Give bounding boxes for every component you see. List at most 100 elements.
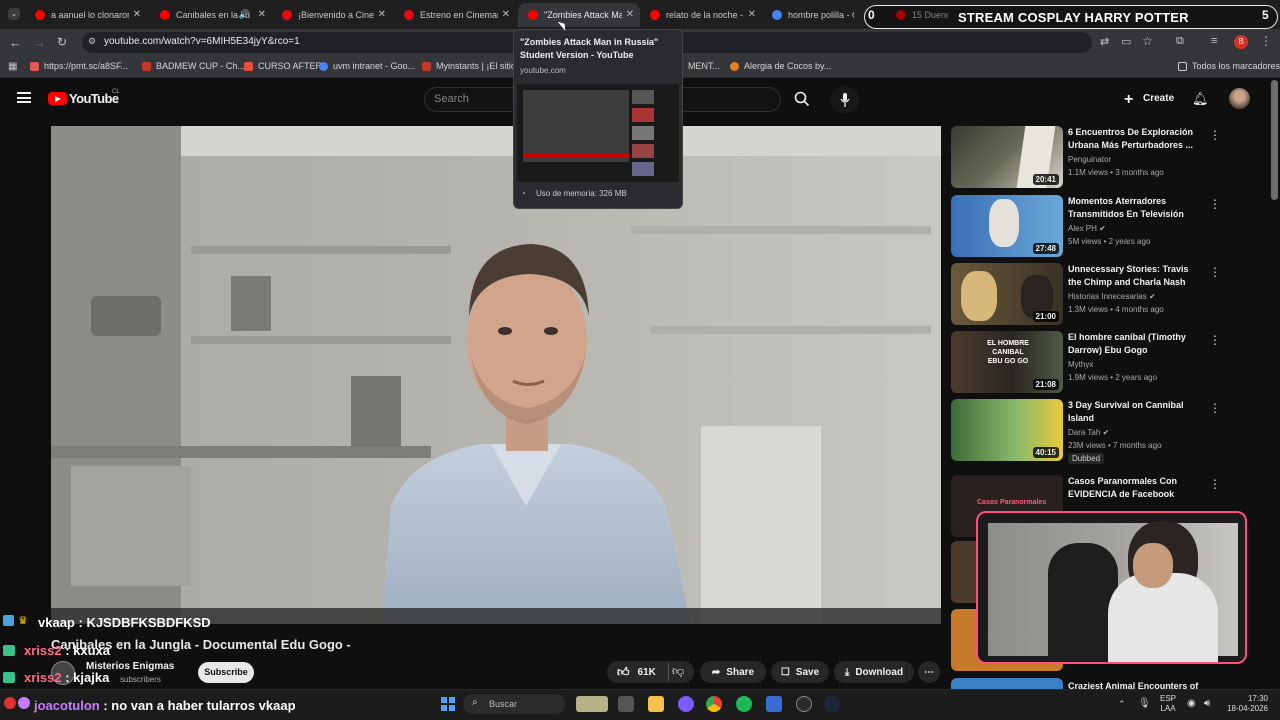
close-tab-icon[interactable]: ✕ — [748, 9, 756, 20]
page-scrollbar[interactable] — [1271, 80, 1278, 200]
hamburger-menu-icon[interactable] — [17, 92, 31, 103]
taskbar-app-terminal-icon[interactable] — [618, 696, 634, 712]
windows-start-icon[interactable] — [441, 697, 455, 711]
volume-icon[interactable]: 🔊︎ — [1204, 698, 1210, 709]
steam-icon[interactable] — [824, 696, 840, 712]
tab-item-3[interactable]: Estreno en Cinemark ✕ — [394, 3, 516, 27]
recommendation-title[interactable]: Momentos Aterradores Transmitidos En Tel… — [1068, 195, 1196, 221]
recommendation-channel[interactable]: Historias Innecesarias ✔ — [1068, 292, 1156, 301]
tab-search-chevron-icon[interactable]: ⌄ — [8, 8, 20, 20]
banner-title: STREAM COSPLAY HARRY POTTER — [958, 10, 1189, 25]
recommendation-channel[interactable]: Penguinator — [1068, 155, 1111, 164]
video-player[interactable] — [51, 126, 941, 624]
search-button[interactable] — [783, 87, 821, 112]
recommendation-title[interactable]: El hombre caníbal (Timothy Darrow) Ebu G… — [1068, 331, 1196, 357]
save-button[interactable]: ☐ Save — [771, 661, 829, 683]
recommendation-channel[interactable]: Dara Tah ✔ — [1068, 428, 1109, 437]
create-plus-icon[interactable]: + — [1124, 91, 1133, 109]
recommendation-title[interactable]: Unnecessary Stories: Travis the Chimp an… — [1068, 263, 1196, 289]
account-avatar[interactable] — [1229, 88, 1250, 109]
recommendation-title[interactable]: Casos Paranormales Con EVIDENCIA de Face… — [1068, 475, 1196, 501]
dubbed-badge: Dubbed — [1068, 453, 1105, 464]
more-options-icon[interactable]: ⋮ — [1209, 401, 1221, 415]
address-url[interactable]: youtube.com/watch?v=6MIH5E34jyY&rco=1 — [104, 36, 300, 47]
video-thumbnail[interactable]: EL HOMBRE CANIBAL EBU GO GO 21:08 — [951, 331, 1063, 393]
recommendation-item[interactable]: EL HOMBRE CANIBAL EBU GO GO 21:08 El homb… — [951, 331, 1271, 395]
recommendation-channel[interactable]: Mythyx — [1068, 360, 1093, 369]
bookmark-item-5[interactable]: MENT... — [688, 61, 720, 71]
download-button[interactable]: ⤓ Download — [834, 661, 914, 683]
close-tab-icon[interactable]: ✕ — [378, 9, 386, 20]
reload-icon[interactable]: ↻ — [57, 35, 67, 49]
bookmark-item-0[interactable]: https://pmt.sc/a8SF... — [30, 61, 128, 71]
input-language[interactable]: ESP LAA — [1160, 694, 1176, 714]
tray-overflow-icon[interactable]: ⌃ — [1118, 699, 1126, 710]
subscribe-button[interactable]: Subscribe — [198, 662, 254, 683]
browser-menu-icon[interactable]: ⋮ — [1260, 34, 1272, 48]
bookmark-item-2[interactable]: CURSO AFTER — [244, 61, 322, 71]
tab-item-2[interactable]: ¡Bienvenido a Cinem ✕ — [272, 3, 392, 27]
more-options-icon[interactable]: ⋮ — [1209, 333, 1221, 347]
bookmark-item-6[interactable]: Alergia de Cocos by... — [730, 61, 831, 71]
banner-right-counter: 5 — [1262, 8, 1269, 22]
recommendation-item[interactable]: 40:15 3 Day Survival on Cannibal Island … — [951, 399, 1271, 464]
all-bookmarks-folder[interactable]: Todos los marcadores — [1178, 61, 1280, 71]
obs-icon[interactable] — [796, 696, 812, 712]
file-explorer-icon[interactable] — [648, 696, 664, 712]
apps-grid-icon[interactable]: ▦ — [8, 61, 17, 72]
bookmark-star-icon[interactable]: ☆ — [1142, 34, 1153, 48]
extensions-icon[interactable]: ⧉ — [1176, 35, 1184, 48]
media-control-icon[interactable]: ≡ — [1211, 35, 1217, 47]
video-thumbnail[interactable]: 27:48 — [951, 195, 1063, 257]
more-options-icon[interactable]: ⋮ — [1209, 128, 1221, 142]
video-thumbnail[interactable]: 21:00 — [951, 263, 1063, 325]
close-tab-icon[interactable]: ✕ — [258, 9, 266, 20]
recommendation-meta: 23M views • 7 months ago — [1068, 441, 1162, 450]
close-tab-icon[interactable]: ✕ — [502, 9, 510, 20]
audio-playing-icon[interactable]: 🔊 — [239, 9, 250, 20]
close-tab-icon[interactable]: ✕ — [626, 9, 634, 20]
more-options-icon[interactable]: ⋮ — [1209, 265, 1221, 279]
close-tab-icon[interactable]: ✕ — [133, 9, 141, 20]
profile-avatar-icon[interactable]: B — [1234, 35, 1248, 49]
forward-arrow-icon[interactable]: → — [33, 35, 46, 50]
tray-microphone-icon[interactable]: 🎙︎ — [1138, 698, 1151, 709]
recommendation-item[interactable]: 20:41 6 Encuentros De Exploración Urbana… — [951, 126, 1271, 190]
dislike-icon[interactable]: 👎︎ — [672, 664, 684, 679]
bookmark-item-1[interactable]: BADMEW CUP - Ch... — [142, 61, 245, 71]
video-thumbnail[interactable]: 40:15 — [951, 399, 1063, 461]
voice-search-button[interactable] — [831, 86, 859, 114]
create-button[interactable]: Create — [1143, 93, 1174, 104]
taskbar-app-game-icon[interactable] — [576, 696, 608, 712]
tab-item-5[interactable]: relato de la noche - ✕ — [640, 3, 762, 27]
cast-icon[interactable]: ▭ — [1121, 35, 1131, 48]
back-arrow-icon[interactable]: ← — [9, 35, 22, 50]
tab-item-0[interactable]: a aanuel lo clonaron ✕ — [25, 3, 147, 27]
tab-item-6[interactable]: hombre polilla - Goo — [762, 3, 872, 27]
more-actions-icon[interactable]: ⋯ — [918, 661, 940, 683]
more-options-icon[interactable]: ⋮ — [1209, 477, 1221, 491]
recommendation-item[interactable]: 21:00 Unnecessary Stories: Travis the Ch… — [951, 263, 1271, 327]
recommendation-channel[interactable]: Alex PH ✔ — [1068, 224, 1106, 233]
translate-icon[interactable]: ⇄ — [1100, 35, 1109, 48]
tab-item-4-active[interactable]: "Zombies Attack Ma ✕ — [518, 3, 640, 27]
tab-item-1[interactable]: Canibales en la Ju 🔊 ✕ — [150, 3, 272, 27]
recommendation-item[interactable]: 27:48 Momentos Aterradores Transmitidos … — [951, 195, 1271, 259]
notifications-bell-icon[interactable]: 🔔︎ — [1192, 91, 1209, 107]
recommendation-title[interactable]: 6 Encuentros De Exploración Urbana Más P… — [1068, 126, 1196, 152]
more-options-icon[interactable]: ⋮ — [1209, 197, 1221, 211]
youtube-logo-icon[interactable] — [48, 92, 67, 105]
bookmark-item-3[interactable]: uvm intranet - Goo... — [319, 61, 415, 71]
clock[interactable]: 17:30 18-04-2026 — [1218, 694, 1268, 714]
share-button[interactable]: ➦ Share — [700, 661, 766, 683]
bookmark-item-4[interactable]: Myinstants | ¡El sitio... — [422, 61, 523, 71]
video-thumbnail[interactable] — [951, 678, 1063, 689]
network-icon[interactable]: ◉ — [1187, 698, 1196, 709]
recommendation-title[interactable]: 3 Day Survival on Cannibal Island — [1068, 399, 1196, 425]
discord-icon[interactable] — [678, 696, 694, 712]
chrome-icon[interactable] — [706, 696, 722, 712]
taskbar-app-blue-icon[interactable] — [766, 696, 782, 712]
site-info-icon[interactable]: ⚙ — [88, 36, 96, 47]
video-thumbnail[interactable]: 20:41 — [951, 126, 1063, 188]
spotify-icon[interactable] — [736, 696, 752, 712]
